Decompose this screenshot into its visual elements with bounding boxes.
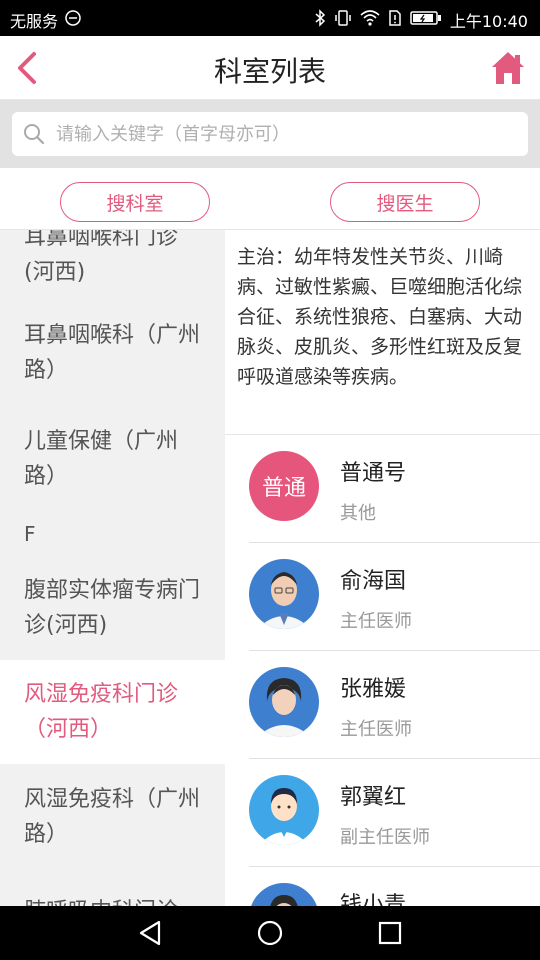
department-list[interactable]: 耳鼻咽喉科门诊(河西) 耳鼻咽喉科（广州路） 儿童保健（广州路） F 腹部实体瘤… <box>0 230 225 906</box>
doctor-name: 普通号 <box>340 461 407 486</box>
department-item[interactable]: 耳鼻咽喉科（广州路） <box>0 300 225 406</box>
nav-recents-button[interactable] <box>373 916 407 950</box>
doctor-photo <box>249 559 319 629</box>
department-label: 耳鼻咽喉科门诊(河西) <box>24 230 179 285</box>
search-input[interactable] <box>56 123 516 145</box>
status-bar: 无服务 上午10:40 <box>0 0 540 36</box>
search-type-row: 搜科室 搜医生 <box>0 168 540 230</box>
search-box[interactable] <box>12 112 528 156</box>
department-item[interactable]: 肺呼吸内科门诊(河西) <box>0 870 225 906</box>
search-department-button[interactable]: 搜科室 <box>60 182 210 222</box>
nav-home-button[interactable] <box>253 916 287 950</box>
vibrate-icon <box>334 9 352 32</box>
sim-alert-icon <box>388 9 402 32</box>
status-right: 上午10:40 <box>314 8 528 32</box>
no-sim-icon <box>64 9 82 32</box>
doctor-name: 钱小青 <box>340 893 407 906</box>
circle-home-icon <box>257 920 283 946</box>
department-label: 风湿免疫科门诊（河西） <box>24 682 179 742</box>
index-letter-label: F <box>24 522 36 546</box>
system-nav-bar <box>0 906 540 960</box>
header: 科室列表 <box>0 36 540 100</box>
index-letter-f: F <box>0 512 225 556</box>
wifi-icon <box>360 9 380 32</box>
home-button[interactable] <box>488 48 528 88</box>
square-recents-icon <box>378 921 402 945</box>
department-item[interactable]: 耳鼻咽喉科门诊(河西) <box>0 230 225 300</box>
department-detail: 主治：幼年特发性关节炎、川崎病、过敏性紫癜、巨噬细胞活化综合征、系统性狼疮、白塞… <box>225 230 540 906</box>
doctor-title: 主任医师 <box>340 611 412 632</box>
doctor-row[interactable]: 张雅媛 主任医师 <box>225 651 540 759</box>
battery-icon <box>410 9 442 32</box>
department-item-selected[interactable]: 风湿免疫科门诊（河西） <box>0 660 225 764</box>
triangle-back-icon <box>139 920 161 946</box>
doctor-name: 张雅媛 <box>340 677 407 702</box>
carrier-label: 无服务 <box>10 12 59 31</box>
doctor-list: 普通 普通号 其他 俞海国 主任医师 张雅媛 主任医师 郭翼红 副主任医师 钱小… <box>225 435 540 906</box>
department-description: 主治：幼年特发性关节炎、川崎病、过敏性紫癜、巨噬细胞活化综合征、系统性狼疮、白塞… <box>225 230 540 435</box>
home-icon <box>492 52 524 84</box>
general-clinic-avatar: 普通 <box>249 451 319 521</box>
doctor-photo <box>249 883 319 906</box>
department-label: 腹部实体瘤专病门诊(河西) <box>24 578 201 638</box>
doctor-title: 副主任医师 <box>340 827 430 848</box>
doctor-title: 其他 <box>340 503 376 524</box>
doctor-photo <box>249 667 319 737</box>
department-label: 儿童保健（广州路） <box>24 429 179 489</box>
doctor-avatar-placeholder <box>249 775 319 845</box>
department-item[interactable]: 儿童保健（广州路） <box>0 406 225 512</box>
clock: 上午10:40 <box>449 12 528 31</box>
nav-back-button[interactable] <box>133 916 167 950</box>
doctor-row[interactable]: 俞海国 主任医师 <box>225 543 540 651</box>
doctor-row[interactable]: 郭翼红 副主任医师 <box>225 759 540 867</box>
bluetooth-icon <box>314 8 326 32</box>
doctor-row[interactable]: 钱小青 <box>225 867 540 906</box>
department-label: 耳鼻咽喉科（广州路） <box>24 323 201 383</box>
search-icon <box>12 112 56 156</box>
doctor-title: 主任医师 <box>340 719 412 740</box>
search-bar <box>0 100 540 168</box>
status-left: 无服务 <box>10 8 82 32</box>
department-item[interactable]: 腹部实体瘤专病门诊(河西) <box>0 556 225 660</box>
department-item[interactable]: 风湿免疫科（广州路） <box>0 764 225 870</box>
doctor-row[interactable]: 普通 普通号 其他 <box>225 435 540 543</box>
department-label: 肺呼吸内科门诊(河西) <box>24 894 201 906</box>
page-title: 科室列表 <box>213 55 326 88</box>
doctor-name: 俞海国 <box>340 569 407 594</box>
department-label: 风湿免疫科（广州路） <box>24 787 201 847</box>
search-doctor-button[interactable]: 搜医生 <box>330 182 480 222</box>
doctor-name: 郭翼红 <box>340 785 407 810</box>
